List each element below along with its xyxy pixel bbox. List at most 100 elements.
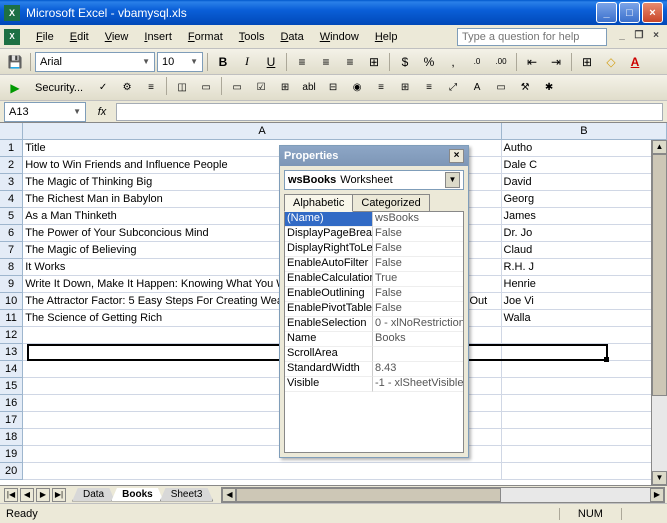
row-header[interactable]: 18	[0, 429, 23, 446]
property-row[interactable]: DisplayRightToLeftFalse	[285, 242, 463, 257]
menu-edit[interactable]: Edit	[62, 29, 97, 45]
scroll-thumb[interactable]	[236, 488, 501, 502]
property-row[interactable]: DisplayPageBreaksFalse	[285, 227, 463, 242]
security-button[interactable]: Security...	[28, 77, 90, 99]
property-row[interactable]: Visible-1 - xlSheetVisible	[285, 377, 463, 392]
font-color-button[interactable]: A	[624, 51, 646, 73]
property-row[interactable]: EnablePivotTableFalse	[285, 302, 463, 317]
cell[interactable]: David	[502, 174, 667, 191]
tab-nav-first[interactable]: |◀	[4, 488, 18, 502]
menu-help[interactable]: Help	[367, 29, 406, 45]
cell[interactable]	[502, 446, 667, 463]
property-value[interactable]	[373, 347, 463, 362]
underline-button[interactable]: U	[260, 51, 282, 73]
row-header[interactable]: 20	[0, 463, 23, 480]
row-header[interactable]: 7	[0, 242, 23, 259]
cell[interactable]: Walla	[502, 310, 667, 327]
cell[interactable]	[502, 361, 667, 378]
row-header[interactable]: 2	[0, 157, 23, 174]
sheet-tab-sheet3[interactable]: Sheet3	[160, 488, 214, 502]
tab-categorized[interactable]: Categorized	[352, 194, 429, 212]
property-value[interactable]: False	[373, 242, 463, 257]
cell[interactable]: James	[502, 208, 667, 225]
row-header[interactable]: 3	[0, 174, 23, 191]
property-row[interactable]: EnableOutliningFalse	[285, 287, 463, 302]
font-name-combo[interactable]: Arial ▼	[35, 52, 155, 72]
cell[interactable]: R.H. J	[502, 259, 667, 276]
menu-insert[interactable]: Insert	[136, 29, 180, 45]
cell[interactable]: Autho	[502, 140, 667, 157]
cell[interactable]: Georg	[502, 191, 667, 208]
scroll-left-arrow[interactable]: ◀	[222, 488, 236, 502]
tab-alphabetic[interactable]: Alphabetic	[284, 194, 353, 212]
property-value[interactable]: False	[373, 227, 463, 242]
vba-tool-7[interactable]: ⊞	[274, 77, 296, 99]
scroll-right-arrow[interactable]: ▶	[650, 488, 664, 502]
menu-tools[interactable]: Tools	[231, 29, 273, 45]
vba-tool-14[interactable]: ⤢	[442, 77, 464, 99]
vba-tool-8[interactable]: abl	[298, 77, 320, 99]
select-all-corner[interactable]	[0, 123, 23, 140]
vba-tool-1[interactable]: ⚙	[116, 77, 138, 99]
row-header[interactable]: 12	[0, 327, 23, 344]
font-size-combo[interactable]: 10 ▼	[157, 52, 203, 72]
property-row[interactable]: NameBooks	[285, 332, 463, 347]
vba-tool-11[interactable]: ≡	[370, 77, 392, 99]
borders-button[interactable]: ⊞	[576, 51, 598, 73]
vba-tool-10[interactable]: ◉	[346, 77, 368, 99]
menu-window[interactable]: Window	[312, 29, 367, 45]
scroll-thumb[interactable]	[652, 154, 667, 396]
property-value[interactable]: False	[373, 287, 463, 302]
properties-panel[interactable]: Properties × wsBooks Worksheet ▼ Alphabe…	[279, 145, 469, 458]
properties-close-button[interactable]: ×	[449, 149, 464, 163]
cell[interactable]	[502, 412, 667, 429]
align-right-button[interactable]: ≡	[339, 51, 361, 73]
minimize-button[interactable]: _	[596, 2, 617, 23]
cell[interactable]	[502, 395, 667, 412]
row-header[interactable]: 10	[0, 293, 23, 310]
property-row[interactable]: EnableSelection0 - xlNoRestrictions	[285, 317, 463, 332]
vba-tool-12[interactable]: ⊞	[394, 77, 416, 99]
increase-decimal-button[interactable]: .0	[466, 51, 488, 73]
property-value[interactable]: 8.43	[373, 362, 463, 377]
row-header[interactable]: 17	[0, 412, 23, 429]
comma-button[interactable]: ,	[442, 51, 464, 73]
tab-nav-next[interactable]: ▶	[36, 488, 50, 502]
cell[interactable]	[502, 344, 667, 361]
vba-tool-13[interactable]: ≡	[418, 77, 440, 99]
cell[interactable]: Dale C	[502, 157, 667, 174]
row-header[interactable]: 8	[0, 259, 23, 276]
cell[interactable]	[502, 327, 667, 344]
row-header[interactable]: 16	[0, 395, 23, 412]
property-value[interactable]: True	[373, 272, 463, 287]
properties-titlebar[interactable]: Properties ×	[280, 146, 468, 166]
formula-bar[interactable]	[116, 103, 663, 121]
name-box[interactable]: A13 ▼	[4, 102, 86, 122]
italic-button[interactable]: I	[236, 51, 258, 73]
menu-file[interactable]: File	[28, 29, 62, 45]
vba-tool-15[interactable]: A	[466, 77, 488, 99]
doc-icon[interactable]: X	[4, 29, 20, 45]
cell[interactable]	[502, 378, 667, 395]
increase-indent-button[interactable]: ⇥	[545, 51, 567, 73]
row-header[interactable]: 15	[0, 378, 23, 395]
menu-data[interactable]: Data	[272, 29, 311, 45]
maximize-button[interactable]: □	[619, 2, 640, 23]
property-value[interactable]: Books	[373, 332, 463, 347]
menu-format[interactable]: Format	[180, 29, 231, 45]
property-row[interactable]: EnableCalculationTrue	[285, 272, 463, 287]
percent-button[interactable]: %	[418, 51, 440, 73]
vba-tool-17[interactable]: ⚒	[514, 77, 536, 99]
cell[interactable]	[502, 463, 667, 480]
help-search-input[interactable]	[457, 28, 607, 46]
row-header[interactable]: 14	[0, 361, 23, 378]
property-row[interactable]: StandardWidth8.43	[285, 362, 463, 377]
fill-color-button[interactable]: ◇	[600, 51, 622, 73]
doc-minimize-button[interactable]: _	[615, 30, 629, 44]
row-header[interactable]: 5	[0, 208, 23, 225]
row-header[interactable]: 9	[0, 276, 23, 293]
property-value[interactable]: False	[373, 302, 463, 317]
property-row[interactable]: EnableAutoFilterFalse	[285, 257, 463, 272]
column-header-b[interactable]: B	[502, 123, 667, 140]
sheet-tab-data[interactable]: Data	[72, 488, 115, 502]
